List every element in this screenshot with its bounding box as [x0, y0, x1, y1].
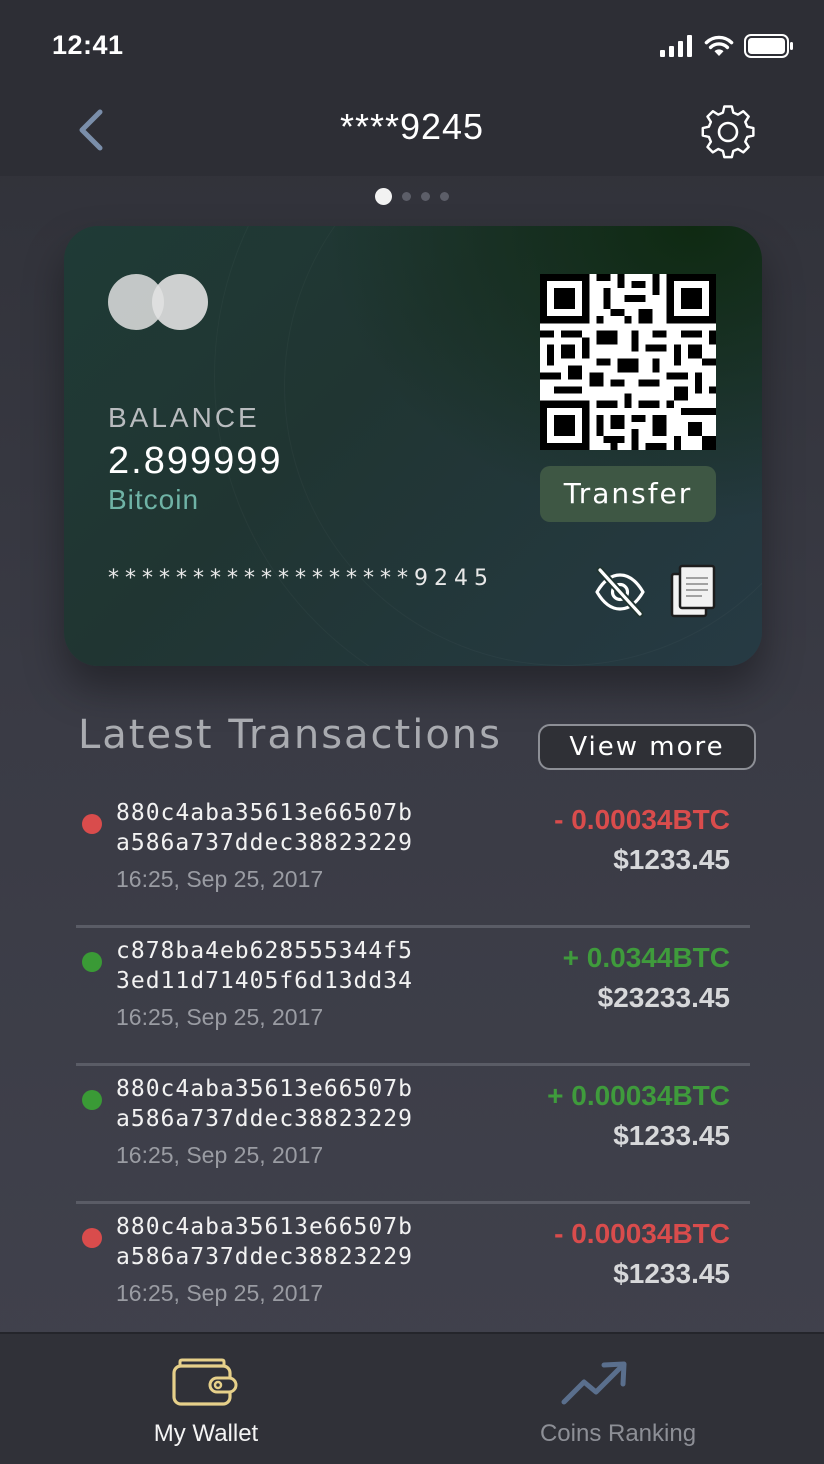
transaction-hash: 880c4aba35613e66507b a586a737ddec3882322… [116, 1074, 413, 1134]
transfer-button[interactable]: Transfer [540, 466, 716, 522]
page-indicator [0, 188, 824, 205]
gear-icon[interactable] [698, 102, 758, 162]
transaction-amount: - 0.00034BTC [554, 804, 730, 835]
trending-up-icon [561, 1361, 627, 1405]
outgoing-indicator-icon [82, 1228, 102, 1248]
wallet-icon [172, 1358, 238, 1406]
status-time: 12:41 [52, 30, 124, 60]
transaction-row[interactable]: c878ba4eb628555344f5 3ed11d71405f6d13dd3… [76, 928, 750, 1066]
transaction-hash-line: 880c4aba35613e66507b [116, 800, 413, 826]
transaction-date: 16:25, Sep 25, 2017 [116, 866, 324, 892]
tab-label: My Wallet [153, 1420, 259, 1447]
eye-off-icon[interactable] [594, 566, 646, 618]
transaction-hash-line: a586a737ddec38823229 [116, 1244, 413, 1270]
copy-icon[interactable] [670, 564, 718, 620]
nav-bar: ****9245 [0, 90, 824, 176]
transaction-hash-line: a586a737ddec38823229 [116, 1106, 413, 1132]
transaction-hash-line: 880c4aba35613e66507b [116, 1076, 413, 1102]
section-title: Latest Transactions [78, 712, 502, 758]
transaction-amount: + 0.0344BTC [562, 942, 730, 973]
status-bar: 12:41 [0, 0, 824, 90]
page-dot-active[interactable] [375, 188, 392, 205]
card-number: ******************9245 [108, 566, 494, 591]
signal-icon [660, 35, 692, 57]
status-icons [660, 34, 794, 58]
transaction-hash: c878ba4eb628555344f5 3ed11d71405f6d13dd3… [116, 936, 413, 996]
tab-my-wallet[interactable]: My Wallet [0, 1334, 412, 1464]
wifi-icon [704, 35, 734, 56]
transaction-row[interactable]: 880c4aba35613e66507b a586a737ddec3882322… [76, 790, 750, 928]
incoming-indicator-icon [82, 1090, 102, 1110]
transaction-hash-line: c878ba4eb628555344f5 [116, 938, 413, 964]
page-dot[interactable] [440, 192, 449, 201]
page-dot[interactable] [421, 192, 430, 201]
transaction-date: 16:25, Sep 25, 2017 [116, 1280, 324, 1306]
transaction-hash-line: a586a737ddec38823229 [116, 830, 413, 856]
transaction-row[interactable]: 880c4aba35613e66507b a586a737ddec3882322… [76, 1066, 750, 1204]
transaction-hash: 880c4aba35613e66507b a586a737ddec3882322… [116, 798, 413, 858]
tab-label: Coins Ranking [539, 1420, 697, 1447]
transaction-row[interactable]: 880c4aba35613e66507b a586a737ddec3882322… [76, 1204, 750, 1342]
transaction-hash: 880c4aba35613e66507b a586a737ddec3882322… [116, 1212, 413, 1272]
tab-bar: My Wallet Coins Ranking [0, 1332, 824, 1464]
transaction-hash-line: 880c4aba35613e66507b [116, 1214, 413, 1240]
view-more-button[interactable]: View more [538, 724, 756, 770]
transaction-amount: + 0.00034BTC [547, 1080, 730, 1111]
transaction-usd: $1233.45 [613, 844, 730, 875]
balance-value: 2.899999 [108, 440, 283, 482]
tab-coins-ranking[interactable]: Coins Ranking [412, 1334, 824, 1464]
wallet-card[interactable]: BALANCE 2.899999 Bitcoin Transfer ******… [64, 226, 762, 666]
outgoing-indicator-icon [82, 814, 102, 834]
balance-currency: Bitcoin [108, 484, 200, 515]
transaction-usd: $23233.45 [597, 982, 730, 1013]
mastercard-logo [108, 274, 208, 330]
battery-icon [744, 34, 793, 58]
transaction-usd: $1233.45 [613, 1120, 730, 1151]
transaction-date: 16:25, Sep 25, 2017 [116, 1004, 324, 1030]
transaction-amount: - 0.00034BTC [554, 1218, 730, 1249]
transaction-usd: $1233.45 [613, 1258, 730, 1289]
page-dot[interactable] [402, 192, 411, 201]
transaction-hash-line: 3ed11d71405f6d13dd34 [116, 968, 413, 994]
incoming-indicator-icon [82, 952, 102, 972]
balance-label: BALANCE [108, 402, 260, 433]
qr-code[interactable] [540, 274, 716, 450]
transaction-date: 16:25, Sep 25, 2017 [116, 1142, 324, 1168]
